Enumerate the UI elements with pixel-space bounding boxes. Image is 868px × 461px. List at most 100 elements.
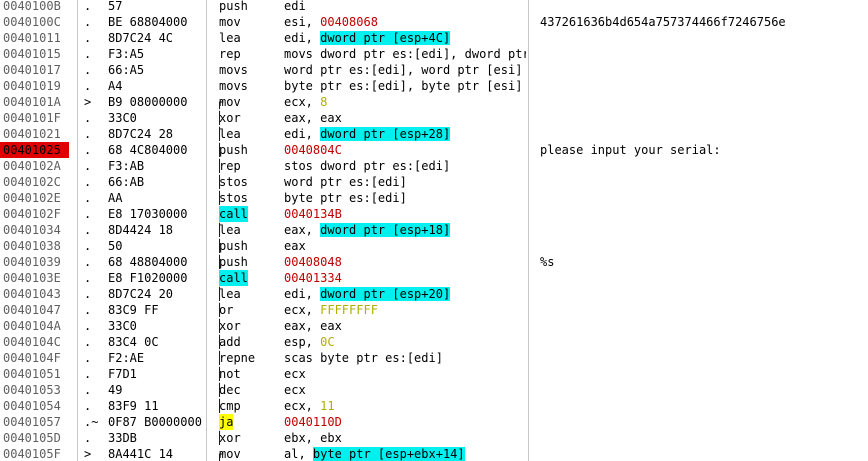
jump-marker: . bbox=[84, 335, 92, 349]
operand: ecx bbox=[284, 383, 306, 397]
address: 00401021 bbox=[3, 127, 61, 141]
disasm-row[interactable]: 00401025. 68 4C804000 │ push 0040804C please … bbox=[0, 142, 868, 158]
disasm-row[interactable]: 00401034. 8D4424 18 │ lea eax, dword ptr [es… bbox=[0, 222, 868, 238]
hex-bytes: 83C4 0C bbox=[108, 335, 159, 349]
hex-bytes: F3:A5 bbox=[108, 47, 145, 61]
jump-marker: . bbox=[84, 47, 92, 61]
hex-bytes: 68 48804000 bbox=[108, 255, 188, 269]
mnemonic: xor bbox=[219, 319, 241, 333]
jump-marker: . bbox=[84, 79, 92, 93]
disasm-row[interactable]: 00401057.~0F87 B0000000│ja0040110D bbox=[0, 414, 868, 430]
disasm-row[interactable]: 0040102C. 66:AB │ stos word ptr es:[edi] bbox=[0, 174, 868, 190]
disasm-row[interactable]: 00401047. 83C9 FF │ or ecx, FFFFFFFF bbox=[0, 302, 868, 318]
operand: eax bbox=[284, 239, 306, 253]
disasm-row[interactable]: 00401053. 49 │ dec ecx bbox=[0, 382, 868, 398]
mnemonic: call bbox=[219, 206, 248, 222]
disasm-row[interactable]: 0040102E. AA │ stos byte ptr es:[edi] bbox=[0, 190, 868, 206]
jump-marker: . bbox=[84, 159, 92, 173]
disasm-row[interactable]: 00401011. 8D7C24 4C lea edi, dword ptr [esp… bbox=[0, 30, 868, 46]
disasm-row[interactable]: 00401054. 83F9 11 │ cmp ecx, 11 bbox=[0, 398, 868, 414]
operand: word ptr es:[edi], word ptr [esi] bbox=[284, 63, 523, 77]
hex-bytes: 66:AB bbox=[108, 175, 145, 189]
operand: ecx, 8 bbox=[284, 95, 328, 109]
disasm-row[interactable]: 00401017. 66:A5 movs word ptr es:[edi], wor… bbox=[0, 62, 868, 78]
mnemonic: rep bbox=[219, 47, 241, 61]
disasm-row[interactable]: 00401019. A4 movs byte ptr es:[edi], byte p… bbox=[0, 78, 868, 94]
operand: word ptr es:[edi] bbox=[284, 175, 407, 189]
operand: scas byte ptr es:[edi] bbox=[284, 351, 443, 365]
jump-marker: . bbox=[84, 319, 92, 333]
hex-bytes: 8D4424 18 bbox=[108, 223, 174, 237]
address: 0040104F bbox=[3, 351, 61, 365]
disasm-row[interactable]: 0040101A > B9 08000000 ┌ mov ecx, 8 bbox=[0, 94, 868, 110]
disasm-row[interactable]: 00401051. F7D1 │ not ecx bbox=[0, 366, 868, 382]
disasm-row[interactable]: 00401021. 8D7C24 28 │ lea edi, dword ptr [es… bbox=[0, 126, 868, 142]
disasm-row[interactable]: 0040105D. 33DB │ xor ebx, ebx bbox=[0, 430, 868, 446]
mnemonic: lea bbox=[219, 223, 241, 237]
mnemonic: stos bbox=[219, 175, 248, 189]
operand: stos dword ptr es:[edi] bbox=[284, 159, 451, 173]
address: 00401039 bbox=[3, 255, 61, 269]
operand: eax, eax bbox=[284, 111, 342, 125]
operand: ecx, FFFFFFFF bbox=[284, 303, 378, 317]
jump-marker: . bbox=[84, 143, 92, 157]
disasm-row[interactable]: 0040100B. 57 push edi bbox=[0, 0, 868, 14]
jump-marker: > bbox=[84, 447, 92, 461]
disasm-row[interactable]: 0040104C. 83C4 0C │ add esp, 0C bbox=[0, 334, 868, 350]
address: 0040102F bbox=[3, 207, 61, 221]
comment: %s bbox=[540, 255, 555, 269]
jump-marker: . bbox=[84, 255, 92, 269]
comment: 437261636b4d654a757374466f7246756e bbox=[540, 15, 786, 29]
address: 0040100C bbox=[3, 15, 61, 29]
operand: edi bbox=[284, 0, 306, 13]
disasm-row[interactable]: 0040104A. 33C0 │ xor eax, eax bbox=[0, 318, 868, 334]
disasm-row[interactable]: 00401039. 68 48804000 │ push 00408048 %s bbox=[0, 254, 868, 270]
jump-marker: . bbox=[84, 287, 92, 301]
mnemonic: push bbox=[219, 239, 248, 253]
hex-bytes: F2:AE bbox=[108, 351, 145, 365]
jump-marker: . bbox=[84, 239, 92, 253]
operand: edi, dword ptr [esp+20] bbox=[284, 287, 451, 301]
hex-bytes: E8 17030000 bbox=[108, 207, 188, 221]
disassembly-view[interactable]: 0040100B. 57 push edi 0040100C. BE 68804000 mo… bbox=[0, 0, 868, 461]
address: 00401047 bbox=[3, 303, 61, 317]
operand: 0040804C bbox=[284, 143, 342, 157]
disasm-row[interactable]: 0040103E.E8 F1020000│call00401334 bbox=[0, 270, 868, 286]
disasm-row[interactable]: 0040104F. F2:AE │ repne scas byte ptr es:[ed… bbox=[0, 350, 868, 366]
operand: 00408048 bbox=[284, 255, 342, 269]
operand: 0040110D bbox=[284, 415, 342, 429]
mnemonic: dec bbox=[219, 383, 241, 397]
address: 0040104A bbox=[3, 319, 61, 333]
hex-bytes: 8D7C24 20 bbox=[108, 287, 174, 301]
operand: ebx, ebx bbox=[284, 431, 342, 445]
hex-bytes: 57 bbox=[108, 0, 123, 13]
jump-marker: > bbox=[84, 95, 92, 109]
operand: movs dword ptr es:[edi], dword ptr bbox=[284, 47, 526, 61]
jump-marker: . bbox=[84, 207, 92, 221]
disasm-row[interactable]: 0040101F. 33C0 │ xor eax, eax bbox=[0, 110, 868, 126]
jump-marker: . bbox=[84, 191, 92, 205]
jump-marker: . bbox=[84, 0, 92, 13]
operand: edi, dword ptr [esp+28] bbox=[284, 127, 451, 141]
mnemonic: call bbox=[219, 270, 248, 286]
jump-marker: . bbox=[84, 63, 92, 77]
disasm-row[interactable]: 0040102A. F3:AB │ rep stos dword ptr es:[edi… bbox=[0, 158, 868, 174]
address: 00401019 bbox=[3, 79, 61, 93]
disasm-row[interactable]: 00401038. 50 │ push eax bbox=[0, 238, 868, 254]
disasm-row[interactable]: 0040102F.E8 17030000│call0040134B bbox=[0, 206, 868, 222]
mnemonic: cmp bbox=[219, 399, 241, 413]
hex-bytes: B9 08000000 bbox=[108, 95, 188, 109]
operand: esp, 0C bbox=[284, 335, 335, 349]
disasm-row[interactable]: 00401043. 8D7C24 20 │ lea edi, dword ptr [es… bbox=[0, 286, 868, 302]
disasm-row[interactable]: 0040100C. BE 68804000 mov esi, 00408068 4372… bbox=[0, 14, 868, 30]
disasm-row[interactable]: 0040105F >8A441C 14 ┌ mov al, byte ptr [esp+… bbox=[0, 446, 868, 461]
jump-marker: . bbox=[84, 431, 92, 445]
mnemonic: mov bbox=[219, 447, 241, 461]
operand: esi, 00408068 bbox=[284, 15, 378, 29]
address: 0040100B bbox=[3, 0, 61, 13]
disasm-row[interactable]: 00401015. F3:A5 rep movs dword ptr es:[edi]… bbox=[0, 46, 868, 62]
address: 00401034 bbox=[3, 223, 61, 237]
jump-marker: .~ bbox=[84, 415, 99, 429]
address: 00401053 bbox=[3, 383, 61, 397]
address: 0040105F bbox=[3, 447, 61, 461]
